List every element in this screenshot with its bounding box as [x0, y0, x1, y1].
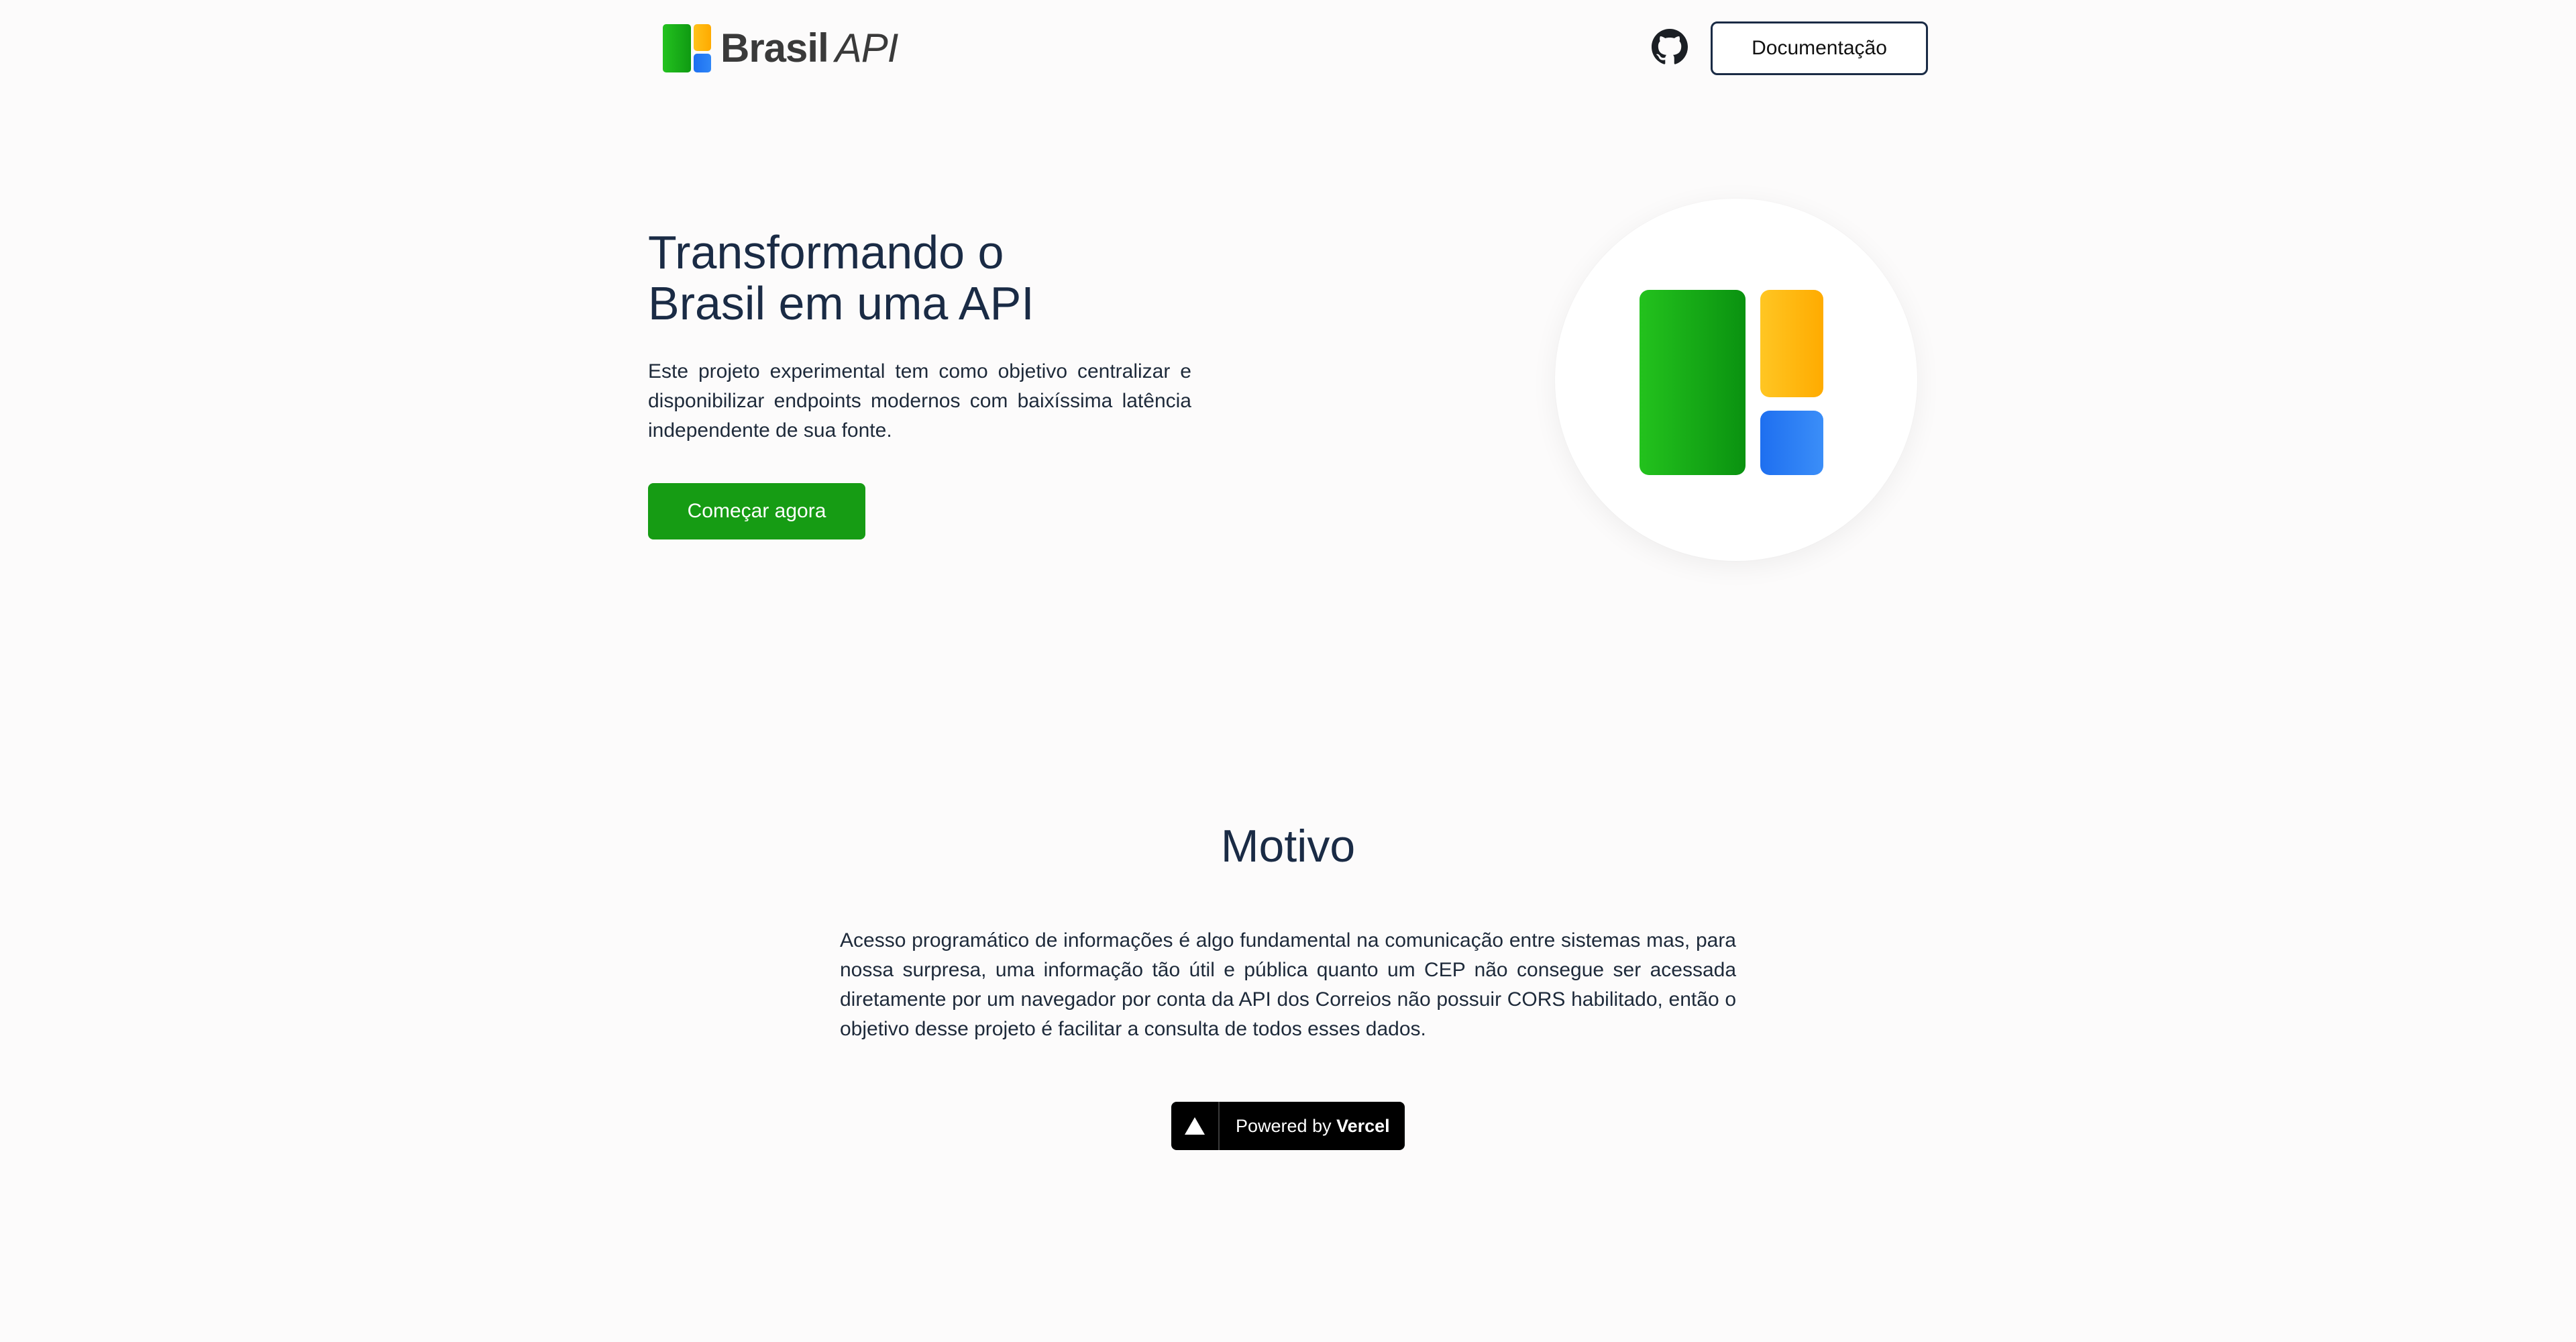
- logo-brand-text: Brasil: [720, 25, 829, 70]
- documentation-button[interactable]: Documentação: [1711, 21, 1928, 75]
- brasil-api-logo[interactable]: Brasil API: [663, 24, 898, 72]
- start-now-button[interactable]: Começar agora: [648, 483, 865, 539]
- logo-blue-block: [1760, 411, 1823, 475]
- hero-title: Transformando o Brasil em uma API: [648, 227, 1118, 329]
- vercel-triangle-icon: [1185, 1117, 1205, 1135]
- hero-description: Este projeto experimental tem como objet…: [648, 360, 1191, 442]
- vercel-icon-container: [1171, 1102, 1220, 1150]
- logo-yellow-block: [1760, 290, 1823, 397]
- vercel-badge-label: Powered by Vercel: [1220, 1116, 1405, 1137]
- vercel-badge-brand: Vercel: [1336, 1115, 1390, 1136]
- powered-by-vercel-badge[interactable]: Powered by Vercel: [1171, 1102, 1405, 1150]
- github-link[interactable]: [1652, 29, 1688, 65]
- github-icon: [1652, 29, 1688, 64]
- page: Brasil API Documentação Transformando o B…: [0, 0, 2576, 1342]
- brasil-api-logo-mark: [663, 24, 711, 72]
- motivo-text: Acesso programático de informações é alg…: [840, 929, 1736, 1040]
- hero-title-line2: Brasil em uma API: [648, 277, 1034, 329]
- hero-title-line1: Transformando o: [648, 226, 1004, 278]
- logo-green-block: [1640, 290, 1746, 475]
- logo-suffix-text: API: [835, 25, 899, 70]
- logo-wordmark: Brasil API: [720, 28, 898, 68]
- vercel-badge-prefix: Powered by: [1236, 1115, 1332, 1136]
- hero-logo-illustration: [1555, 199, 1917, 561]
- motivo-title: Motivo: [1220, 821, 1356, 872]
